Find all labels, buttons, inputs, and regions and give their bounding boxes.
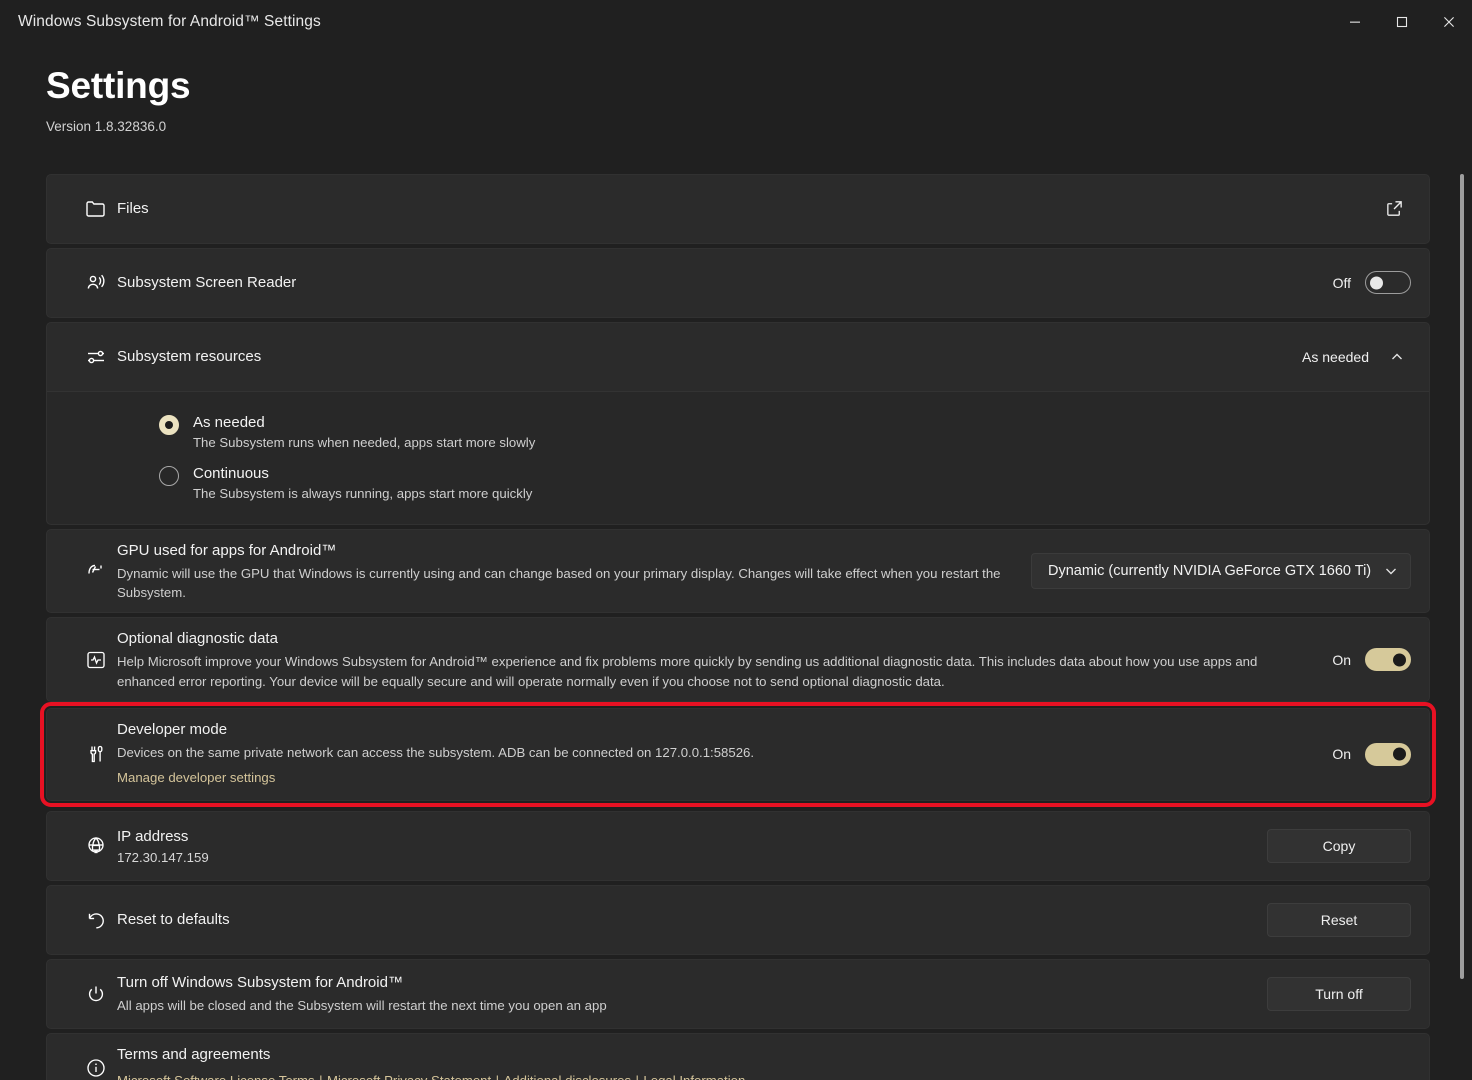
screen-reader-toggle[interactable] <box>1365 271 1411 295</box>
setting-card-diagnostic-data: Optional diagnostic data Help Microsoft … <box>46 617 1430 702</box>
window-controls <box>1331 0 1472 44</box>
setting-card-turn-off: Turn off Windows Subsystem for Android™ … <box>46 958 1430 1029</box>
window-titlebar: Windows Subsystem for Android™ Settings <box>0 0 1472 44</box>
link-privacy-statement[interactable]: Microsoft Privacy Statement <box>327 1073 491 1080</box>
gpu-icon <box>67 559 117 583</box>
network-globe-icon <box>67 834 117 858</box>
minimize-button[interactable] <box>1331 0 1378 44</box>
developer-mode-toggle[interactable] <box>1365 742 1411 766</box>
radio-mark-continuous <box>159 465 179 486</box>
page-title: Settings <box>46 65 191 106</box>
setting-desc-developer-mode: Devices on the same private network can … <box>117 744 755 760</box>
reset-button[interactable]: Reset <box>1267 902 1411 937</box>
setting-title-subsystem-resources: Subsystem resources <box>117 348 262 366</box>
developer-tools-icon <box>67 742 117 766</box>
screen-reader-state-label: Off <box>1332 274 1351 291</box>
maximize-button[interactable] <box>1378 0 1425 44</box>
setting-title-reset: Reset to defaults <box>117 911 230 929</box>
radio-label-as-needed: As needed <box>193 413 265 431</box>
chevron-down-icon <box>1384 564 1398 578</box>
setting-card-files[interactable]: Files <box>46 173 1430 244</box>
setting-title-developer-mode: Developer mode <box>117 720 228 738</box>
external-link-icon[interactable] <box>1377 192 1411 226</box>
manage-developer-settings-link[interactable]: Manage developer settings <box>117 770 275 785</box>
radio-mark-as-needed <box>159 414 179 435</box>
setting-title-ip-address: IP address <box>117 828 189 846</box>
ip-address-value: 172.30.147.159 <box>117 850 209 866</box>
sliders-icon <box>67 345 117 369</box>
gpu-dropdown-value: Dynamic (currently NVIDIA GeForce GTX 16… <box>1048 563 1372 580</box>
version-label: Version 1.8.32836.0 <box>46 118 167 134</box>
subsystem-resources-options: As needed The Subsystem runs when needed… <box>47 390 1429 525</box>
setting-card-screen-reader[interactable]: Subsystem Screen Reader Off <box>46 247 1430 318</box>
setting-title-terms: Terms and agreements <box>117 1045 271 1063</box>
pulse-icon <box>67 648 117 672</box>
setting-desc-diagnostic-data: Help Microsoft improve your Windows Subs… <box>117 654 1258 689</box>
setting-desc-turn-off: All apps will be closed and the Subsyste… <box>117 998 607 1014</box>
setting-title-turn-off: Turn off Windows Subsystem for Android™ <box>117 974 403 992</box>
chevron-up-icon[interactable] <box>1383 350 1411 364</box>
link-legal-information[interactable]: Legal Information <box>643 1073 745 1080</box>
radio-option-continuous[interactable]: Continuous The Subsystem is always runni… <box>47 457 1429 508</box>
diagnostic-data-state-label: On <box>1332 651 1351 668</box>
screen-reader-icon <box>67 271 117 295</box>
link-separator-3: | <box>636 1073 639 1080</box>
setting-title-files: Files <box>117 200 149 218</box>
setting-card-gpu: GPU used for apps for Android™ Dynamic w… <box>46 529 1430 614</box>
setting-card-developer-mode: Developer mode Devices on the same priva… <box>40 701 1436 807</box>
close-button[interactable] <box>1425 0 1472 44</box>
terms-links: Microsoft Software License Terms | Micro… <box>117 1069 1395 1080</box>
radio-desc-as-needed: The Subsystem runs when needed, apps sta… <box>193 434 536 450</box>
setting-title-screen-reader: Subsystem Screen Reader <box>117 274 297 292</box>
setting-card-subsystem-resources: Subsystem resources As needed As needed <box>46 321 1430 526</box>
link-software-license-terms[interactable]: Microsoft Software License Terms <box>117 1073 315 1080</box>
undo-icon <box>67 908 117 932</box>
link-additional-disclosures[interactable]: Additional disclosures <box>504 1073 632 1080</box>
subsystem-resources-selected-value: As needed <box>1302 348 1369 365</box>
folder-icon <box>67 197 117 221</box>
setting-title-diagnostic-data: Optional diagnostic data <box>117 630 278 648</box>
copy-button[interactable]: Copy <box>1267 828 1411 863</box>
setting-card-terms: Terms and agreements Microsoft Software … <box>46 1032 1430 1080</box>
gpu-dropdown[interactable]: Dynamic (currently NVIDIA GeForce GTX 16… <box>1031 553 1411 590</box>
diagnostic-data-toggle[interactable] <box>1365 648 1411 672</box>
setting-title-gpu: GPU used for apps for Android™ <box>117 542 337 560</box>
radio-desc-continuous: The Subsystem is always running, apps st… <box>193 486 533 502</box>
radio-option-as-needed[interactable]: As needed The Subsystem runs when needed… <box>47 406 1429 457</box>
settings-list: Files Subsystem Screen Reader Off Subsys… <box>0 173 1472 1080</box>
scrollbar-thumb[interactable] <box>1460 174 1464 979</box>
power-icon <box>67 982 117 1006</box>
vertical-scrollbar[interactable] <box>1456 44 1468 1080</box>
setting-card-reset: Reset to defaults Reset <box>46 884 1430 955</box>
link-separator-1: | <box>319 1073 322 1080</box>
subsystem-resources-expander-header[interactable]: Subsystem resources As needed <box>47 323 1429 391</box>
setting-card-ip-address: IP address 172.30.147.159 Copy <box>46 810 1430 881</box>
link-separator-2: | <box>496 1073 499 1080</box>
page-header: Settings Version 1.8.32836.0 <box>0 44 1472 134</box>
settings-page: Settings Version 1.8.32836.0 Files Subsy… <box>0 44 1472 1080</box>
info-icon <box>67 1056 117 1080</box>
window-title: Windows Subsystem for Android™ Settings <box>18 13 321 30</box>
developer-mode-state-label: On <box>1332 746 1351 763</box>
radio-label-continuous: Continuous <box>193 464 269 482</box>
turn-off-button[interactable]: Turn off <box>1267 976 1411 1011</box>
setting-desc-gpu: Dynamic will use the GPU that Windows is… <box>117 566 1001 601</box>
